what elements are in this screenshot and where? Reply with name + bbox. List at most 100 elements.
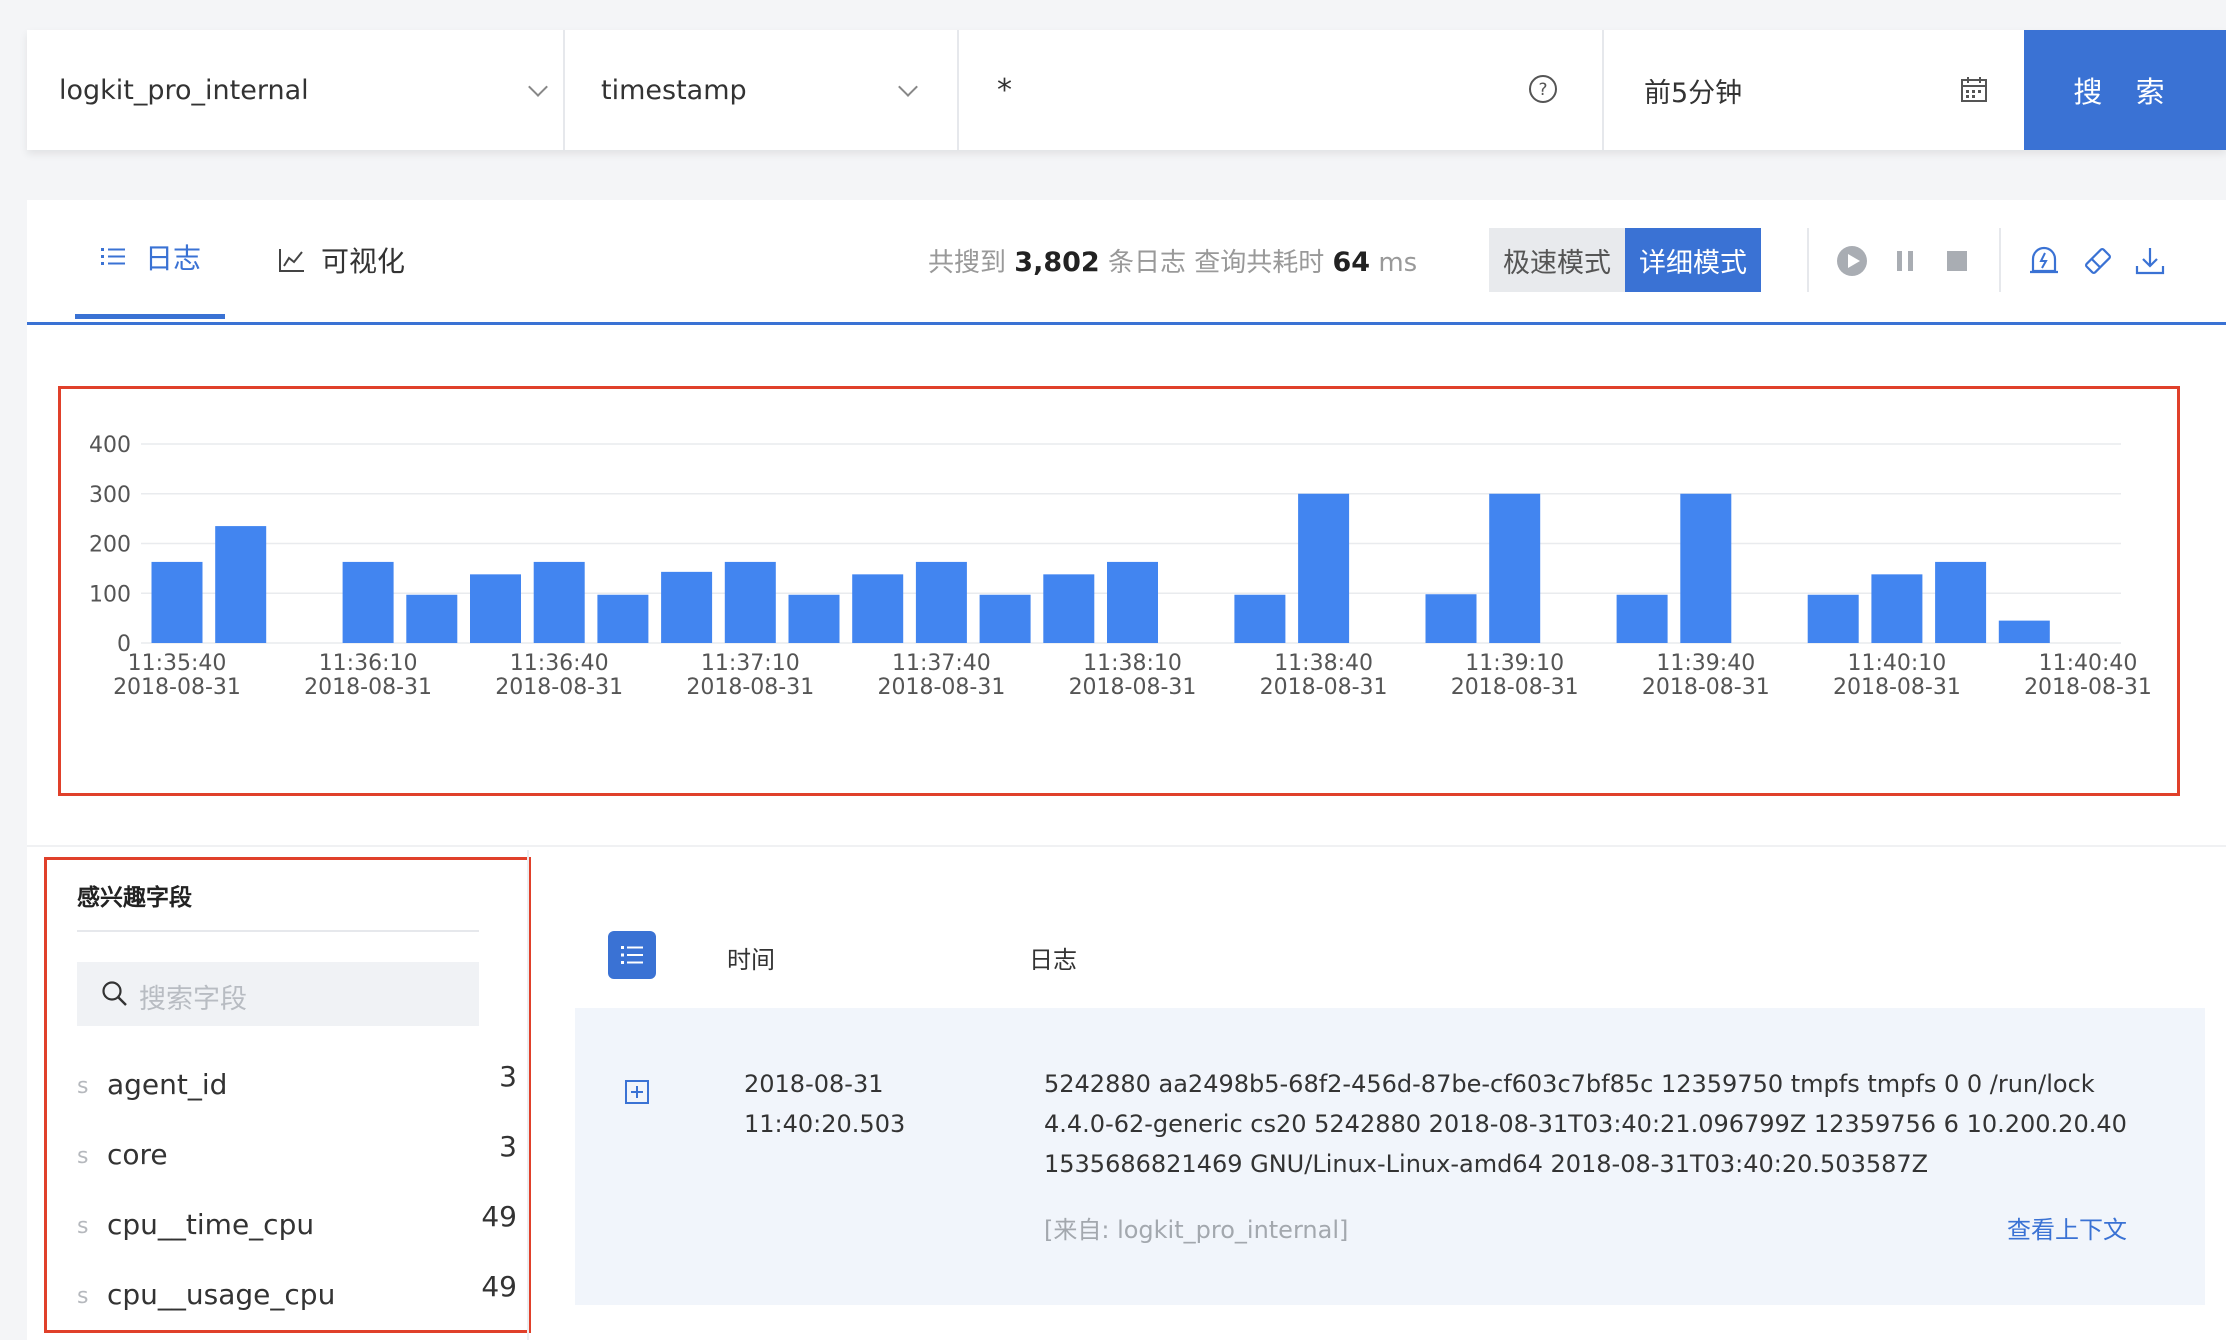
tab-visualization[interactable]: 可视化 <box>279 200 405 319</box>
x-tick-date-label: 2018-08-31 <box>1260 675 1388 700</box>
time-range-value: 前5分钟 <box>1644 77 1743 109</box>
play-icon[interactable] <box>1835 244 1869 278</box>
field-count: 49 <box>481 1270 517 1303</box>
histogram-bar[interactable] <box>1107 561 1158 643</box>
histogram-bar[interactable] <box>1998 620 2050 643</box>
help-icon[interactable]: ? <box>1528 74 1558 104</box>
histogram-bar[interactable] <box>1871 574 1923 643</box>
histogram-bar[interactable] <box>215 526 267 643</box>
toolbar-divider <box>1999 228 2001 292</box>
tab-bar: 日志 可视化 共搜到 3,802 条日志 查询共耗时 64 ms 极速模式 详细… <box>27 200 2226 325</box>
repo-select-value: logkit_pro_internal <box>59 74 309 106</box>
histogram-bar[interactable] <box>597 594 649 643</box>
x-tick-time-label: 11:36:40 <box>510 651 609 676</box>
x-tick-time-label: 11:37:10 <box>701 651 800 676</box>
field-count: 3 <box>499 1060 517 1093</box>
alert-bell-icon[interactable] <box>2027 244 2061 278</box>
search-button[interactable]: 搜 索 <box>2024 30 2226 150</box>
stop-icon[interactable] <box>1940 244 1974 278</box>
field-type-tag: s <box>77 1284 89 1309</box>
histogram-bar[interactable] <box>406 594 458 643</box>
column-settings-button[interactable] <box>608 931 656 979</box>
histogram-bar[interactable] <box>661 571 713 643</box>
x-tick-date-label: 2018-08-31 <box>686 675 814 700</box>
histogram-svg: 010020030040011:35:402018-08-3111:36:102… <box>89 433 2152 700</box>
tab-visualization-label: 可视化 <box>321 244 406 278</box>
field-name: cpu__time_cpu <box>107 1208 315 1241</box>
x-tick-time-label: 11:35:40 <box>128 651 227 676</box>
y-tick-label: 300 <box>89 483 131 508</box>
x-tick-time-label: 11:36:10 <box>319 651 418 676</box>
y-tick-label: 200 <box>89 533 131 558</box>
eraser-icon[interactable] <box>2081 244 2115 278</box>
field-item[interactable]: s cpu__time_cpu 49 <box>77 1200 517 1250</box>
histogram-bar[interactable] <box>1935 561 1987 643</box>
view-context-link[interactable]: 查看上下文 <box>2007 1210 2127 1245</box>
histogram-bar[interactable] <box>1807 594 1859 643</box>
svg-text:?: ? <box>1538 80 1547 100</box>
panel-divider <box>527 850 529 1340</box>
histogram-bar[interactable] <box>533 561 585 643</box>
column-header-time: 时间 <box>727 946 775 974</box>
download-icon[interactable] <box>2133 244 2167 278</box>
result-stats: 共搜到 3,802 条日志 查询共耗时 64 ms <box>928 242 1417 279</box>
log-line: 4.4.0-62-generic cs20 5242880 2018-08-31… <box>1044 1110 2127 1138</box>
histogram-bar[interactable] <box>1043 574 1095 643</box>
histogram-bar[interactable] <box>724 561 776 643</box>
x-tick-date-label: 2018-08-31 <box>1451 675 1579 700</box>
histogram-bar[interactable] <box>1489 493 1541 643</box>
stats-mid: 条日志 查询共耗时 <box>1107 248 1325 278</box>
field-search-input[interactable]: 搜索字段 <box>77 962 479 1026</box>
interesting-fields-panel: 感兴趣字段 搜索字段 s agent_id 3 s core 3 s cpu__… <box>44 857 531 1333</box>
fast-mode-button[interactable]: 极速模式 <box>1489 228 1625 292</box>
x-tick-time-label: 11:40:10 <box>1847 651 1946 676</box>
x-tick-time-label: 11:38:10 <box>1083 651 1182 676</box>
toolbar-divider <box>1807 228 1809 292</box>
expand-row-icon[interactable] <box>625 1080 649 1104</box>
log-row-time: 11:40:20.503 <box>744 1110 906 1138</box>
field-count: 49 <box>481 1200 517 1233</box>
repo-select[interactable]: logkit_pro_internal <box>27 30 565 150</box>
list-icon <box>621 946 643 964</box>
field-search-placeholder: 搜索字段 <box>139 984 247 1015</box>
histogram-bar[interactable] <box>470 574 521 643</box>
histogram-bar[interactable] <box>852 574 904 643</box>
histogram-bar[interactable] <box>979 594 1031 643</box>
time-field-select[interactable]: timestamp <box>565 30 959 150</box>
field-item[interactable]: s cpu__usage_cpu 49 <box>77 1270 517 1320</box>
field-item[interactable]: s core 3 <box>77 1130 517 1180</box>
histogram-bar[interactable] <box>1680 493 1732 643</box>
x-tick-date-label: 2018-08-31 <box>304 675 432 700</box>
x-tick-date-label: 2018-08-31 <box>495 675 623 700</box>
field-item[interactable]: s agent_id 3 <box>77 1060 517 1110</box>
field-count: 3 <box>499 1130 517 1163</box>
log-line: 1535686821469 GNU/Linux-Linux-amd64 2018… <box>1044 1150 1929 1178</box>
time-range-picker[interactable]: 前5分钟 <box>1604 30 2024 150</box>
field-name: cpu__usage_cpu <box>107 1278 336 1311</box>
pause-icon[interactable] <box>1888 244 1922 278</box>
histogram-bar[interactable] <box>1298 493 1350 643</box>
chevron-down-icon <box>898 77 918 97</box>
x-tick-date-label: 2018-08-31 <box>1833 675 1961 700</box>
histogram-bar[interactable] <box>1616 594 1668 643</box>
result-count: 3,802 <box>1014 247 1100 278</box>
histogram-bar[interactable] <box>151 561 203 643</box>
stats-prefix: 共搜到 <box>928 248 1007 278</box>
field-type-tag: s <box>77 1074 89 1099</box>
histogram-bar[interactable] <box>788 594 840 643</box>
histogram-bar[interactable] <box>1234 594 1286 643</box>
query-input[interactable]: * ? <box>959 30 1604 150</box>
search-bar: logkit_pro_internal timestamp * ? 前5分钟 搜… <box>27 30 2226 150</box>
x-tick-time-label: 11:40:40 <box>2039 651 2138 676</box>
histogram-bar[interactable] <box>915 561 967 643</box>
query-input-value: * <box>997 72 1012 108</box>
detailed-mode-button[interactable]: 详细模式 <box>1625 228 1761 292</box>
x-tick-time-label: 11:39:10 <box>1465 651 1564 676</box>
field-type-tag: s <box>77 1144 89 1169</box>
line-chart-icon <box>279 248 304 272</box>
log-source: [来自: logkit_pro_internal] <box>1044 1216 1349 1244</box>
histogram-bar[interactable] <box>342 561 394 643</box>
tab-logs[interactable]: 日志 <box>75 200 225 319</box>
x-tick-date-label: 2018-08-31 <box>113 675 241 700</box>
histogram-bar[interactable] <box>1425 594 1477 643</box>
